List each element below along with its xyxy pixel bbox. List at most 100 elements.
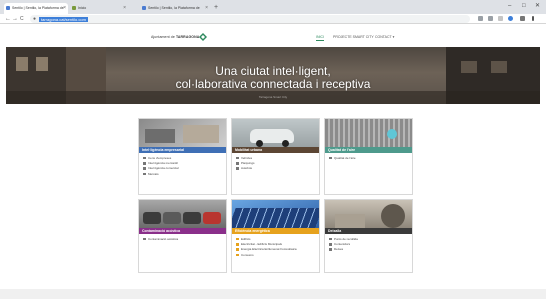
link-label: Intel·ligència comercial [148,166,179,171]
link-label: Pàrquings [241,161,255,166]
hero-subtitle: Tarragona Smart City [258,95,288,99]
card-title-bar: Intel·ligència empresarial [139,147,226,153]
extension-icon[interactable] [498,16,503,21]
list-item[interactable]: Autobús [236,166,255,171]
extension-icon[interactable] [478,16,483,21]
link-label: Autobús [241,166,253,171]
address-bar[interactable]: ● tarragona.cat/sentilo.com [30,15,470,23]
link-label: Vehicles [241,156,253,160]
forward-button[interactable]: → [12,15,18,23]
document-icon [143,167,146,170]
tab-label: Inicio [78,6,87,10]
url-text[interactable]: tarragona.cat/sentilo.com [39,16,88,22]
profile-avatar-icon[interactable] [508,16,513,21]
card-photo [232,200,319,228]
link-label: Consums [241,252,254,257]
card-mobilitat-urbana[interactable]: Mobilitat urbana Vehicles Pàrquings Auto… [231,118,320,195]
new-tab-button[interactable]: + [214,4,218,12]
list-item[interactable]: Contaminació acústica [143,237,178,242]
link-label: Punts de recollida [334,237,358,241]
document-icon [143,156,146,160]
page-footer [0,289,546,299]
card-title: Mobilitat urbana [235,148,263,152]
site-logo-text[interactable]: Ajuntament de TARRAGONA [151,35,199,39]
card-links: Contaminació acústica [143,237,178,242]
menu-icon[interactable] [532,16,534,21]
tab-label: Sentilo | Sentilo, la Plataforma de [12,6,64,10]
bookmark-icon[interactable] [520,16,525,21]
tab-favicon-icon [142,6,146,10]
list-item[interactable]: Consums [236,253,297,258]
lock-icon: ● [33,16,37,22]
tab-close-icon[interactable]: × [205,5,208,11]
card-contaminacio-acustica[interactable]: Contaminació acústica Contaminació acúst… [138,199,227,273]
document-icon [143,162,146,165]
card-links: Edificis Electricitat - Edificis Municip… [236,237,297,258]
list-item[interactable]: Mercats [143,172,179,177]
link-label: Cens d'empreses [148,156,172,160]
nav-inici[interactable]: INICI [316,35,324,41]
link-label: Contenidors [334,242,351,247]
browser-tab-sentilo[interactable]: Sentilo | Sentilo, la Plataforma de × [4,3,68,14]
document-icon [143,237,146,241]
card-title-bar: Qualitat de l'aire [325,147,412,153]
card-deixalla[interactable]: Deixalla Punts de recollida Contenidors … [324,199,413,273]
solar-icon [236,248,239,251]
card-title: Contaminació acústica [142,229,181,233]
card-title-bar: Deixalla [325,228,412,234]
maximize-button[interactable]: □ [522,3,526,10]
tab-close-icon[interactable]: × [123,5,126,11]
link-label: Edificis [241,237,251,241]
list-item[interactable]: Deixes [329,247,358,252]
document-icon [143,172,146,176]
card-photo [325,119,412,147]
city-logo-icon[interactable] [198,32,208,42]
card-title: Deixalla [328,229,342,233]
card-title-bar: Contaminació acústica [139,228,226,234]
tab-label: Sentilo | Sentilo, la Plataforma de [148,6,200,10]
hero-banner: Una ciutat intel·ligent, col·laborativa … [6,47,540,104]
link-label: Contaminació acústica [148,237,179,241]
link-label: Electricitat - Edificis Municipals [241,242,283,247]
card-photo [139,200,226,228]
link-label: Deixes [334,247,344,252]
bin-icon [329,243,332,246]
link-label: Energia Elèctrica Enllumenat Fotovoltaic… [241,247,297,252]
browser-tab-inicio[interactable]: Inicio × [70,3,128,14]
tab-close-icon[interactable]: × [63,5,66,11]
logo-prefix: Ajuntament de [151,35,175,39]
card-title: Eficiència energètica [235,229,270,233]
link-label: Qualitat de l'aire [334,156,356,160]
card-links: Cens d'empreses Intel·ligència mercantil… [143,156,179,177]
browser-tab-sentilo-2[interactable]: Sentilo | Sentilo, la Plataforma de × [140,3,210,14]
card-photo [325,200,412,228]
site-header: Ajuntament de TARRAGONA INICI PROJECTE S… [0,27,546,45]
minimize-button[interactable]: – [508,3,511,10]
tab-favicon-icon [6,6,10,10]
nav-projecte-smart-city[interactable]: PROJECTE SMART CITY [333,35,374,39]
lightning-icon [236,243,239,246]
card-photo [139,119,226,147]
card-eficiencia-energetica[interactable]: Eficiència energètica Edificis Electrici… [231,199,320,273]
list-item[interactable]: Qualitat de l'aire [329,156,356,161]
extension-icon[interactable] [488,16,493,21]
logo-name: TARRAGONA [175,35,200,39]
bus-icon [236,167,239,170]
building-icon [236,237,239,241]
document-icon [329,156,332,160]
card-links: Vehicles Pàrquings Autobús [236,156,255,172]
close-window-button[interactable]: ✕ [535,3,540,10]
meter-icon [236,253,239,257]
card-photo [232,119,319,147]
card-qualitat-aire[interactable]: Qualitat de l'aire Qualitat de l'aire [324,118,413,195]
card-intelligencia-empresarial[interactable]: Intel·ligència empresarial Cens d'empres… [138,118,227,195]
link-label: Intel·ligència mercantil [148,161,178,166]
back-button[interactable]: ← [5,15,11,23]
browser-toolbar: ← → C ● tarragona.cat/sentilo.com [0,14,546,24]
bin-icon [329,248,332,251]
reload-button[interactable]: C [20,15,24,23]
card-title-bar: Eficiència energètica [232,228,319,234]
nav-contact[interactable]: CONTACT ▾ [375,35,394,39]
card-title-bar: Mobilitat urbana [232,147,319,153]
tab-favicon-icon [72,6,76,10]
